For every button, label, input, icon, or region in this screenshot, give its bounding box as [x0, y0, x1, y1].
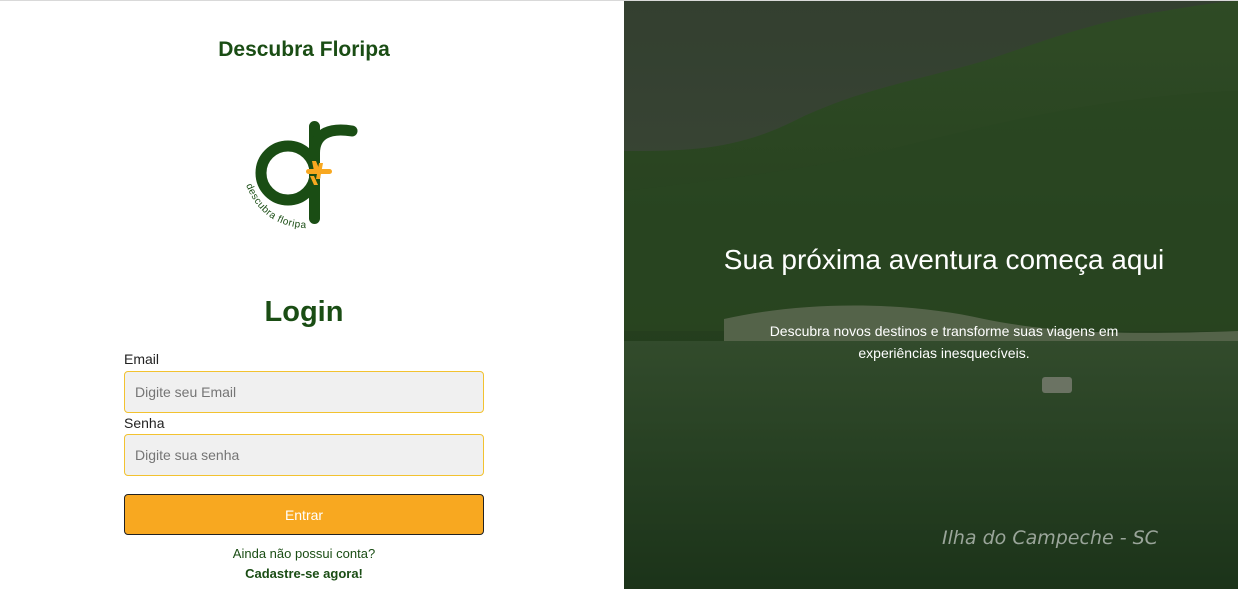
signup-question: Ainda não possui conta?: [232, 546, 376, 561]
email-field[interactable]: [124, 371, 484, 413]
hero-subtitle: Descubra novos destinos e transforme sua…: [769, 323, 1119, 361]
email-label: Email: [124, 351, 160, 367]
password-field[interactable]: [124, 434, 484, 476]
descubra-floripa-logo: descubra floripa: [243, 121, 358, 231]
image-caption: Ilha do Campeche - SC: [942, 527, 1158, 549]
hero-title: Sua próxima aventura começa aqui: [723, 244, 1165, 275]
brand-title: Descubra Floripa: [218, 38, 390, 61]
signup-link[interactable]: Cadastre-se agora!: [124, 566, 484, 581]
login-button[interactable]: Entrar: [124, 494, 484, 535]
logo-text: descubra floripa: [243, 182, 306, 231]
svg-text:descubra floripa: descubra floripa: [243, 182, 307, 231]
password-label: Senha: [124, 415, 165, 431]
login-panel: Descubra Floripa descubra floripa Login …: [0, 1, 624, 589]
hero-background-image: [624, 1, 1238, 589]
login-title: Login: [264, 296, 344, 328]
hero-panel: Sua próxima aventura começa aqui Descubr…: [624, 1, 1238, 589]
